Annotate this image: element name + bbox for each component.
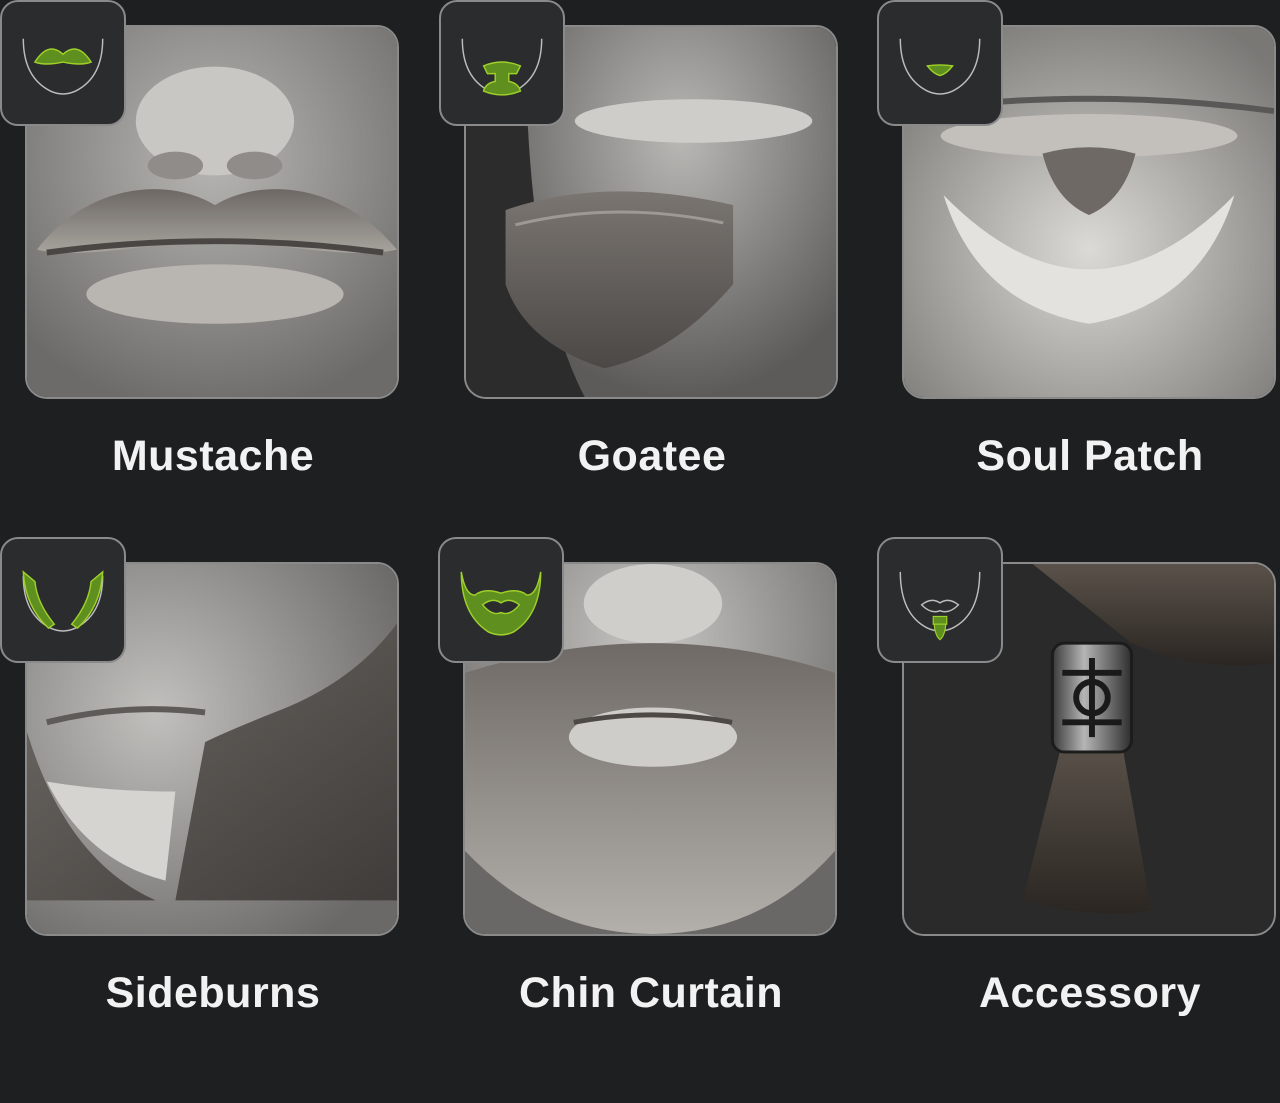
chin-curtain-outline-icon xyxy=(438,537,564,663)
style-card-soul-patch[interactable]: Soul Patch xyxy=(877,0,1280,530)
soul-patch-outline-icon xyxy=(877,0,1003,126)
style-label: Accessory xyxy=(978,969,1202,1017)
style-card-mustache[interactable]: Mustache xyxy=(0,0,440,530)
beard-bead-outline-icon xyxy=(877,537,1003,663)
goatee-outline-icon xyxy=(439,0,565,126)
style-label: Chin Curtain xyxy=(519,969,783,1017)
style-label: Goatee xyxy=(577,432,727,480)
style-card-sideburns[interactable]: Sideburns xyxy=(0,537,440,1067)
style-card-accessory[interactable]: Accessory xyxy=(877,537,1280,1067)
style-card-chin-curtain[interactable]: Chin Curtain xyxy=(438,537,878,1067)
mustache-outline-icon xyxy=(0,0,126,126)
style-card-goatee[interactable]: Goatee xyxy=(439,0,879,530)
style-label: Mustache xyxy=(111,432,315,480)
sideburns-outline-icon xyxy=(0,537,126,663)
style-label: Soul Patch xyxy=(976,432,1204,480)
style-label: Sideburns xyxy=(105,969,321,1017)
